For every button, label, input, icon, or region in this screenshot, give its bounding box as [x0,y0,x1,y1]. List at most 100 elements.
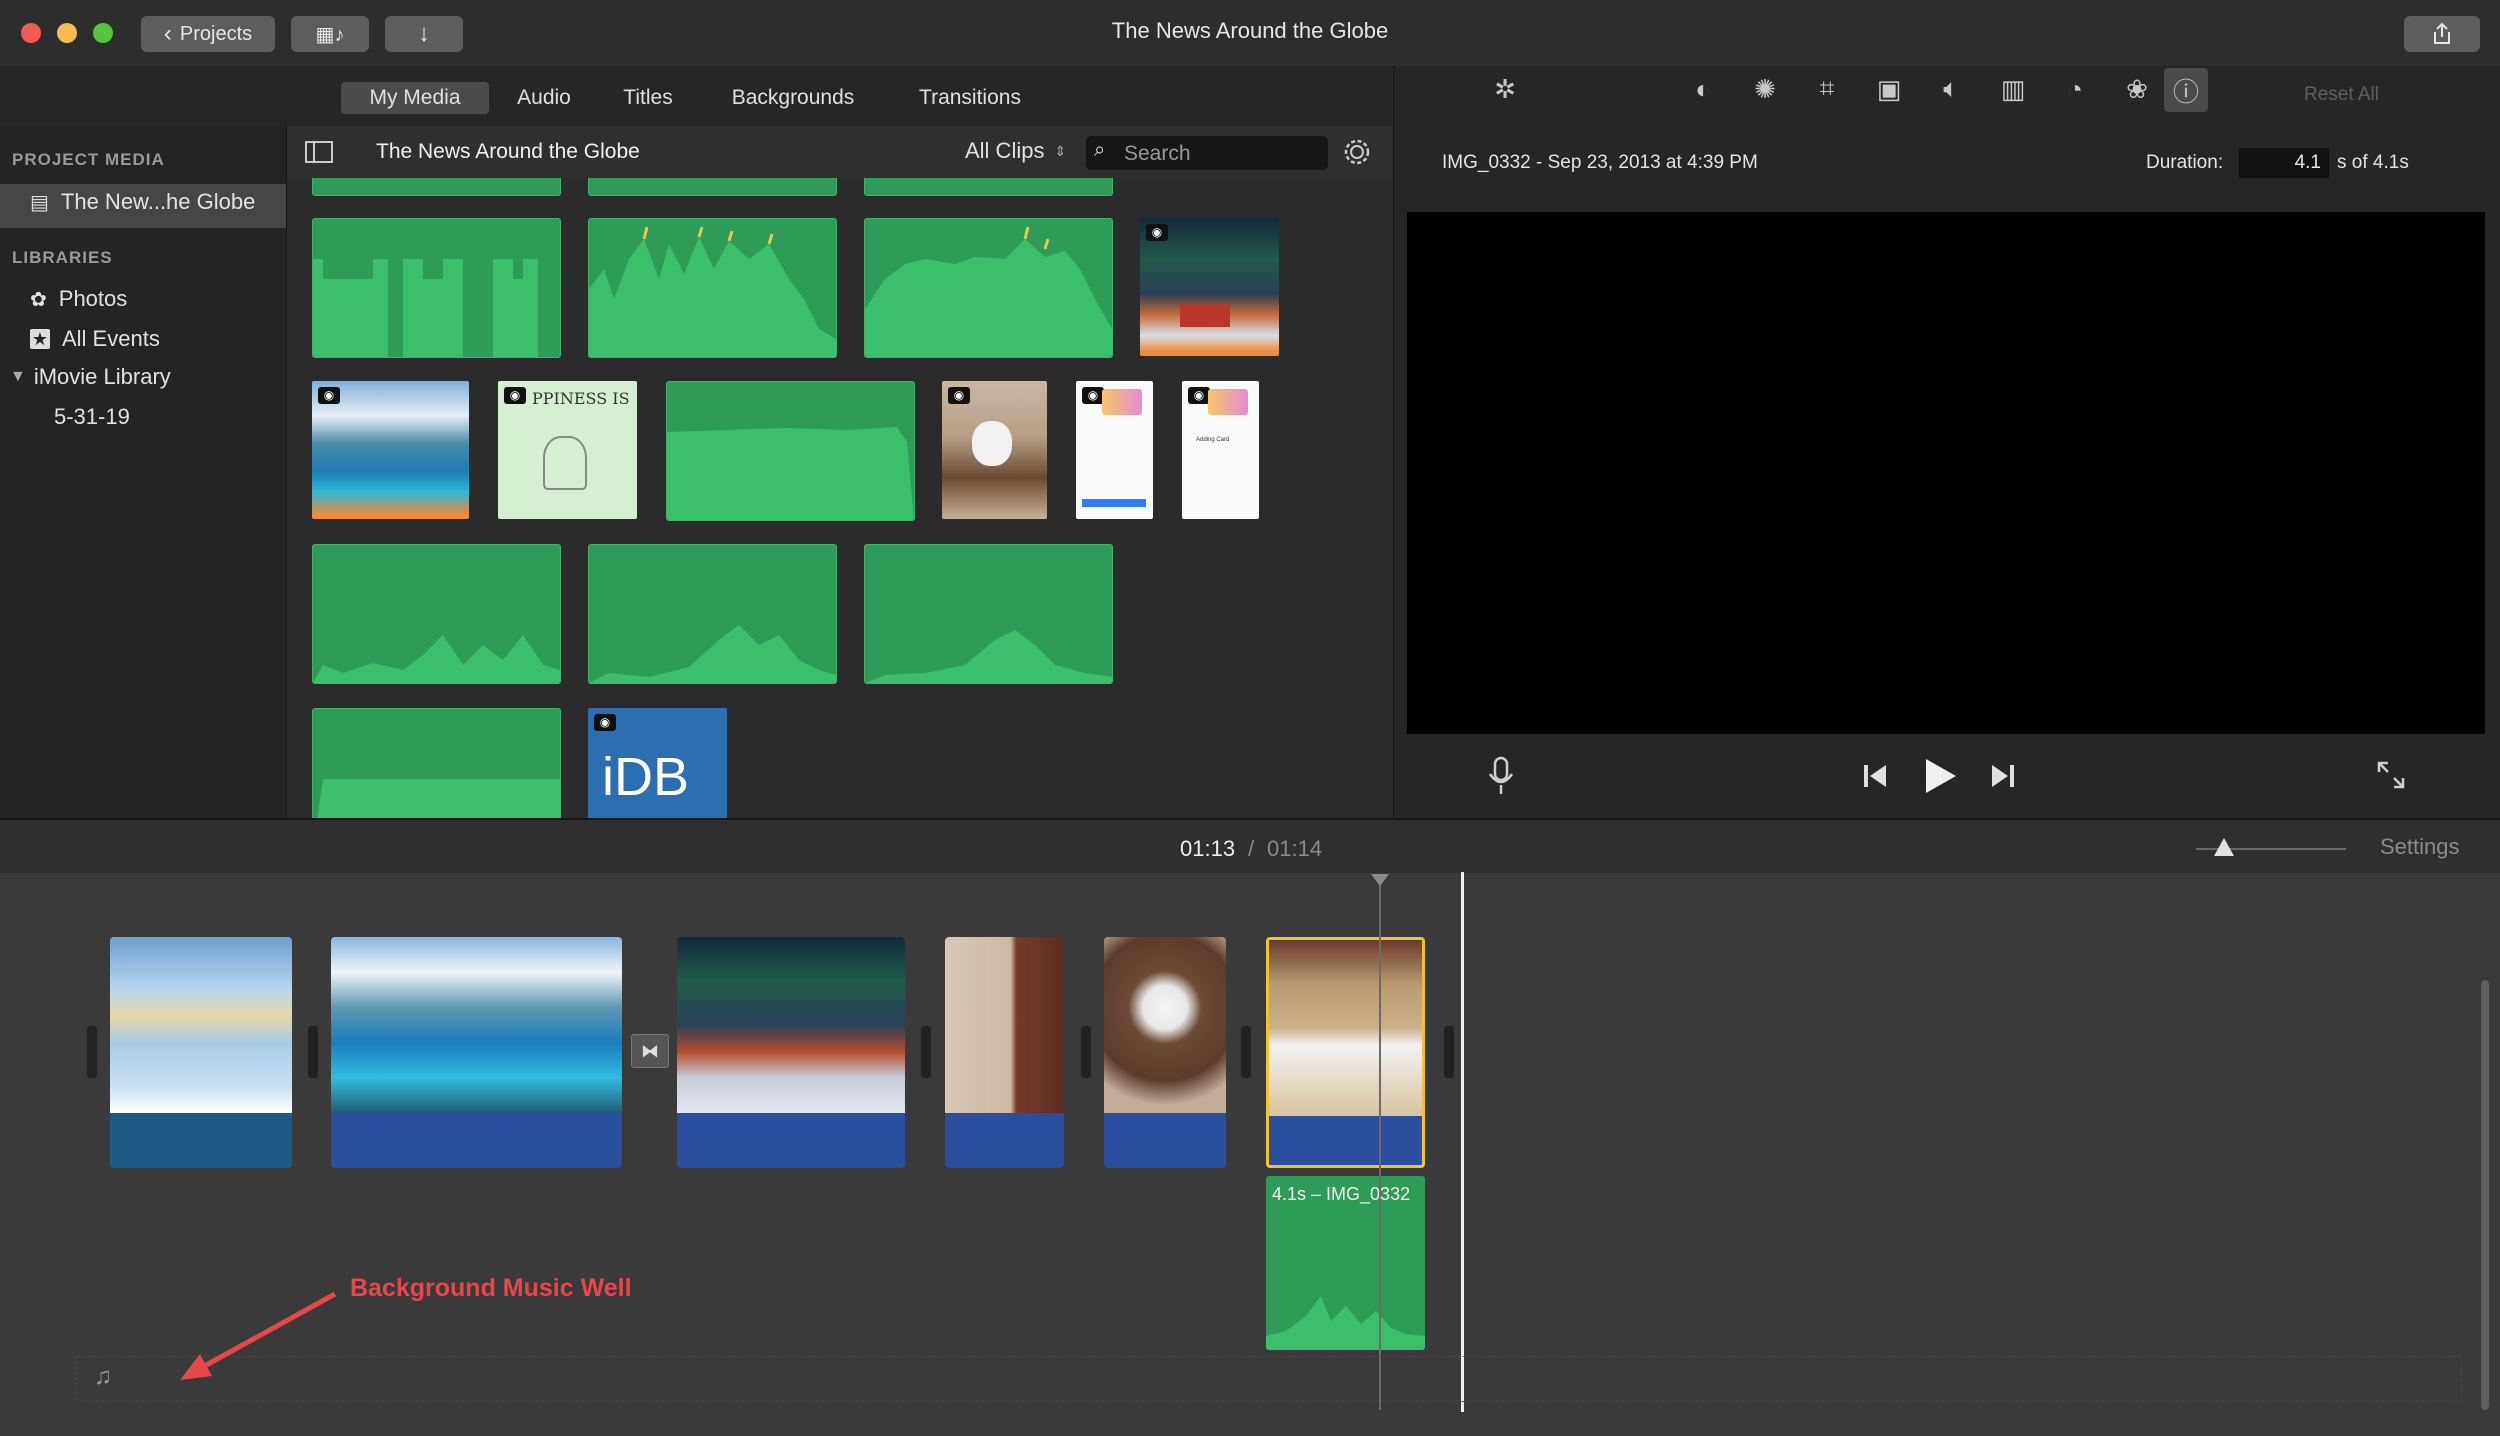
tab-my-media[interactable]: My Media [341,82,489,114]
share-button[interactable] [2404,16,2480,52]
speed-icon[interactable]: ◔ [2058,72,2092,106]
photo-aurora-cabin[interactable]: ◉ [1140,218,1279,356]
background-music-well[interactable]: ♫ [75,1356,2462,1402]
browser-title: The News Around the Globe [376,140,640,163]
disclosure-triangle-icon[interactable]: ▼ [10,368,26,386]
gear-icon[interactable] [1341,136,1373,168]
title-bar: ‹ Projects ▦♪ ↓ The News Around the Glob… [0,0,2500,67]
audio-clip[interactable] [588,178,837,196]
browser-tab-bar: My Media Audio Titles Backgrounds Transi… [0,66,1392,126]
timeline-clip-waterfall[interactable] [331,937,622,1168]
photo-waterfall[interactable]: ◉ [312,381,469,519]
color-palette-icon[interactable]: ✺ [1748,72,1782,106]
tab-audio[interactable]: Audio [502,82,586,114]
timeline-clip-aurora-cabin[interactable] [677,937,905,1168]
audio-clip[interactable] [864,544,1113,684]
audio-clip[interactable] [864,178,1113,196]
photos-icon: ✿ [30,288,47,311]
sidebar-item-photos[interactable]: ✿ Photos [30,286,127,312]
fullscreen-icon[interactable] [2376,760,2406,790]
photo-idb-logo[interactable]: ◉ iDB [588,708,727,818]
timeline-clip-img-0332-selected[interactable] [1266,937,1425,1168]
audio-clip[interactable] [588,218,837,358]
timeline-settings-button[interactable]: Settings [2380,834,2460,860]
transition-icon[interactable]: ⧓ [631,1034,669,1068]
transition-handle[interactable] [308,1026,318,1078]
microphone-icon[interactable] [1486,756,1516,796]
audio-waveform [589,226,836,357]
transition-handle[interactable] [1444,1026,1454,1078]
sidebar-toggle-icon[interactable] [305,140,333,164]
audio-clip[interactable] [312,178,561,196]
zoom-slider-thumb[interactable] [2214,838,2234,856]
transition-handle[interactable] [1241,1026,1251,1078]
camera-icon: ◉ [948,387,970,404]
video-preview[interactable] [1407,212,2485,734]
photo-happiness[interactable]: ◉ PPINESS IS [498,381,637,519]
audio-clip[interactable] [864,218,1113,358]
tab-backgrounds[interactable]: Backgrounds [718,82,868,114]
star-icon: ★ [30,328,50,349]
thumb-text-idb: iDB [602,747,690,807]
audio-waveform [865,226,1112,357]
annotation-label: Background Music Well [350,1274,632,1302]
info-icon[interactable]: ⓘ [2164,68,2208,112]
timeline-scrollbar[interactable] [2481,980,2489,1410]
play-icon[interactable] [1924,757,1958,795]
color-balance-icon[interactable]: ◐ [1686,72,1720,106]
audio-waveform [865,630,1112,683]
sidebar-item-project-row[interactable]: ▤ The New...he Globe [30,189,255,215]
sidebar-item-imovie-library[interactable]: ▼ iMovie Library [10,364,171,390]
camera-icon: ◉ [1188,387,1210,404]
photo-dog-rug[interactable]: ◉ [942,381,1047,519]
audio-clip[interactable] [666,381,915,521]
transition-handle[interactable] [921,1026,931,1078]
audio-clip[interactable] [312,218,561,358]
clip-filter-select[interactable]: All Clips ⇕ [965,138,1066,164]
libraries-sidebar: PROJECT MEDIA ▤ The New...he Globe LIBRA… [0,126,287,818]
timeline-clip-dog-rug[interactable] [1104,937,1226,1168]
filter-icon[interactable]: ❀ [2120,72,2154,106]
audio-waveform [313,635,560,683]
volume-icon[interactable]: 🔈︎ [1934,72,1968,106]
audio-clip[interactable] [588,544,837,684]
time-separator: / [1248,836,1255,861]
audio-waveform [589,625,836,683]
audio-waveform [313,259,538,357]
libraries-header: LIBRARIES [12,248,113,267]
sidebar-item-event-5-31-19[interactable]: 5-31-19 [54,404,130,430]
timeline-clip-world-map[interactable] [110,937,292,1168]
annotation-arrow [180,1291,337,1380]
reset-all-button[interactable]: Reset All [2304,84,2379,106]
equalizer-icon[interactable]: ▥ [1996,72,2030,106]
crop-icon[interactable]: ⌗ [1810,72,1844,106]
timeline-clip-dog-stretch[interactable] [945,937,1064,1168]
photo-screenshot-card[interactable]: ◉ [1076,381,1153,519]
search-icon: ⌕ [1094,139,1106,161]
skip-forward-icon[interactable] [1990,763,2016,789]
camera-icon: ◉ [318,387,340,404]
detached-audio-clip[interactable]: 4.1s – IMG_0332 [1266,1176,1425,1350]
camera-icon: ◉ [1082,387,1104,404]
project-media-header: PROJECT MEDIA [12,150,165,169]
tab-transitions[interactable]: Transitions [900,82,1040,114]
transition-handle[interactable] [1081,1026,1091,1078]
magic-wand-icon[interactable]: ✲ [1488,72,1522,106]
duration-label: Duration: [2146,152,2224,173]
thumb-text-happiness: PPINESS IS [532,389,630,408]
stabilization-icon[interactable]: ▣ [1872,72,1906,106]
skip-back-icon[interactable] [1862,763,1888,789]
tab-titles[interactable]: Titles [606,82,690,114]
photo-screenshot-adding-card[interactable]: ◉ Adding Card [1182,381,1259,519]
audio-waveform [1266,1296,1425,1350]
audio-clip[interactable] [312,544,561,684]
audio-waveform [667,427,914,520]
sidebar-item-all-events[interactable]: ★ All Events [30,326,160,352]
audio-clip[interactable] [312,708,561,818]
camera-icon: ◉ [594,714,616,731]
duration-field[interactable]: 4.1 [2239,148,2329,178]
updown-chevron-icon: ⇕ [1054,142,1067,159]
playhead[interactable] [1461,872,1464,1412]
transition-handle[interactable] [87,1026,97,1078]
search-input[interactable]: ⌕ Search [1086,136,1328,170]
